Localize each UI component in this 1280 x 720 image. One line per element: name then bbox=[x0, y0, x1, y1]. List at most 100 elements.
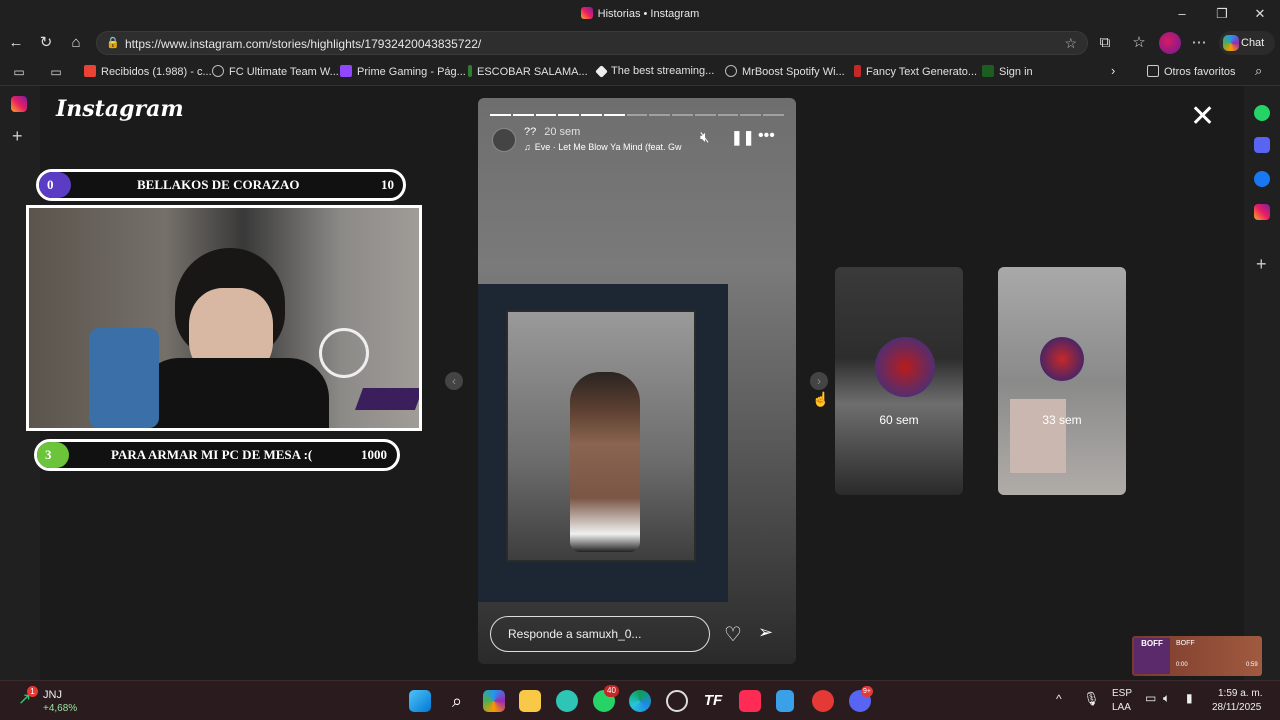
story-song-text: Eve · Let Me Blow Ya Mind (feat. Gw bbox=[534, 142, 682, 152]
story-username[interactable]: ?? bbox=[524, 126, 536, 138]
story-card[interactable]: ?? 20 sem ♫ Eve · Let Me Blow Ya Mind (fea… bbox=[478, 98, 796, 664]
chat-label: Chat bbox=[1241, 37, 1265, 49]
clock-time[interactable]: 1:59 a. m. bbox=[1218, 688, 1262, 699]
favorite-star-icon[interactable]: ☆ bbox=[1064, 35, 1077, 52]
reply-input[interactable]: Responde a samuxh_0... bbox=[490, 616, 710, 652]
back-icon[interactable]: ← bbox=[7, 34, 25, 52]
next-story-preview-1[interactable]: 60 sem bbox=[835, 267, 963, 495]
edge-icon[interactable] bbox=[629, 690, 651, 712]
profile-avatar[interactable] bbox=[1159, 32, 1181, 54]
preview-image-1 bbox=[875, 337, 935, 397]
keyboard-layout-indicator[interactable]: LAA bbox=[1112, 702, 1131, 713]
folder-icon bbox=[1147, 65, 1159, 77]
add-sidebar-app-icon[interactable]: + bbox=[1256, 254, 1267, 275]
mini-player-widget[interactable]: BOFF BOFF 0:00 0:59 bbox=[1132, 636, 1262, 676]
story-progress-segment bbox=[603, 114, 625, 116]
navigation-bar: ← ↻ ⌂ 🔒 https://www.instagram.com/storie… bbox=[0, 28, 1280, 58]
search-icon[interactable]: ⌕ bbox=[446, 690, 468, 712]
instagram-icon[interactable] bbox=[1254, 204, 1270, 220]
microphone-icon[interactable]: 🎙︎ bbox=[1083, 691, 1100, 707]
search-icon[interactable]: ⌕ bbox=[1255, 63, 1262, 79]
story-progress-segment bbox=[672, 114, 693, 116]
clock-date[interactable]: 28/11/2025 bbox=[1212, 702, 1261, 713]
more-options-icon[interactable]: ⋯ bbox=[1190, 34, 1208, 52]
home-icon[interactable]: ⌂ bbox=[67, 34, 85, 52]
instagram-favicon-icon bbox=[580, 7, 593, 19]
battery-icon[interactable]: ▮ bbox=[1186, 691, 1193, 705]
bookmark-item[interactable]: The best streaming... bbox=[595, 65, 714, 78]
prime-gaming-icon bbox=[340, 65, 352, 77]
refresh-icon[interactable]: ↻ bbox=[37, 34, 55, 52]
steam-icon[interactable] bbox=[666, 690, 688, 712]
whatsapp-icon[interactable] bbox=[1254, 105, 1270, 121]
stock-badge: 1 bbox=[27, 686, 38, 697]
bookmark-item[interactable]: MrBoost Spotify Wi... bbox=[725, 65, 845, 78]
stock-name[interactable]: JNJ bbox=[43, 689, 62, 701]
notepad-icon[interactable] bbox=[776, 690, 794, 712]
bookmark-item[interactable]: FC Ultimate Team W... bbox=[212, 65, 339, 78]
mini-player-thumbnail: BOFF bbox=[1134, 638, 1170, 674]
story-progress-segment bbox=[558, 114, 580, 116]
bookmark-item[interactable]: Sign in bbox=[982, 65, 1033, 78]
lock-icon: 🔒 bbox=[106, 37, 120, 49]
maximize-button[interactable]: ❐ bbox=[1212, 4, 1232, 24]
bookmark-item[interactable]: Recibidos (1.988) - c... bbox=[84, 65, 212, 78]
new-tab-icon[interactable]: + bbox=[12, 126, 23, 147]
bookmark-item[interactable]: ESCOBAR SALAMA... bbox=[468, 65, 588, 78]
windows-start-icon[interactable] bbox=[409, 690, 431, 712]
like-heart-icon[interactable]: ♡ bbox=[724, 622, 742, 647]
facebook-icon[interactable] bbox=[1254, 171, 1270, 187]
bookmark-item[interactable]: Fancy Text Generato... bbox=[854, 65, 977, 78]
close-window-button[interactable]: ✕ bbox=[1250, 4, 1270, 24]
next-story-icon[interactable]: › bbox=[810, 372, 828, 390]
other-favorites-folder[interactable]: Otros favoritos bbox=[1147, 65, 1236, 78]
app-icon[interactable] bbox=[556, 690, 578, 712]
mouse-cursor: ☝ bbox=[812, 391, 830, 407]
copilot-icon[interactable] bbox=[483, 690, 505, 712]
send-icon[interactable]: ➢ bbox=[758, 622, 773, 643]
address-bar[interactable]: 🔒 https://www.instagram.com/stories/high… bbox=[96, 31, 1088, 55]
pause-icon[interactable]: ❚❚ bbox=[731, 129, 754, 146]
discord-icon[interactable] bbox=[1254, 137, 1270, 153]
instagram-tab-icon[interactable] bbox=[11, 96, 27, 112]
more-options-icon[interactable]: ••• bbox=[758, 127, 775, 145]
network-icon[interactable]: ▭ bbox=[1145, 691, 1156, 705]
collections-icon[interactable]: ▭ bbox=[10, 63, 28, 81]
previous-story-icon[interactable]: ‹ bbox=[445, 372, 463, 390]
story-progress-segment bbox=[581, 114, 602, 116]
mirror-glass bbox=[506, 310, 696, 562]
favorites-icon[interactable]: ☆ bbox=[1130, 34, 1148, 52]
volume-icon[interactable]: 🔈︎ bbox=[1163, 691, 1170, 706]
url-text[interactable]: https://www.instagram.com/stories/highli… bbox=[125, 37, 481, 51]
stock-change: +4,68% bbox=[43, 703, 78, 714]
story-progress-segment bbox=[694, 114, 716, 116]
minimize-button[interactable]: – bbox=[1172, 4, 1192, 24]
tiktok-icon[interactable] bbox=[739, 690, 761, 712]
mini-player-time-end: 0:59 bbox=[1246, 662, 1258, 668]
preview-time-1: 60 sem bbox=[879, 413, 919, 427]
preview-avatar-2 bbox=[1040, 337, 1084, 381]
instagram-logo[interactable]: Instagram bbox=[56, 96, 184, 122]
extensions-icon[interactable]: ⧉ bbox=[1096, 34, 1114, 52]
next-story-preview-2[interactable]: 33 sem bbox=[998, 267, 1126, 495]
bookmark-item[interactable]: Prime Gaming - Pág... bbox=[340, 65, 466, 78]
copilot-chat-button[interactable]: Chat bbox=[1219, 31, 1275, 55]
mute-icon[interactable]: 🔇︎ bbox=[700, 129, 709, 146]
tf-app-icon[interactable]: TF bbox=[702, 690, 724, 712]
story-avatar[interactable] bbox=[492, 128, 516, 152]
media-player-icon[interactable] bbox=[812, 690, 834, 712]
story-song[interactable]: ♫ Eve · Let Me Blow Ya Mind (feat. Gw bbox=[524, 142, 692, 152]
reading-icon[interactable]: ▭ bbox=[47, 63, 65, 81]
close-story-icon[interactable]: ✕ bbox=[1190, 102, 1215, 132]
goal-top-title: BELLAKOS DE CORAZAO bbox=[137, 177, 300, 192]
windows-taskbar: ↗ 1 JNJ +4,68% ⌕ 40 TF 9+ ^ 🎙︎ ESP LAA ▭… bbox=[0, 680, 1280, 720]
chevron-right-icon[interactable]: › bbox=[1111, 63, 1115, 78]
story-progress-segment bbox=[649, 114, 671, 116]
tray-chevron-icon[interactable]: ^ bbox=[1056, 692, 1062, 706]
file-explorer-icon[interactable] bbox=[519, 690, 541, 712]
window-title-text: Historias • Instagram bbox=[597, 8, 700, 20]
gaming-chair bbox=[89, 328, 159, 428]
discord-badge: 9+ bbox=[861, 686, 873, 697]
story-photo-person bbox=[570, 372, 640, 552]
language-indicator[interactable]: ESP bbox=[1112, 688, 1132, 699]
